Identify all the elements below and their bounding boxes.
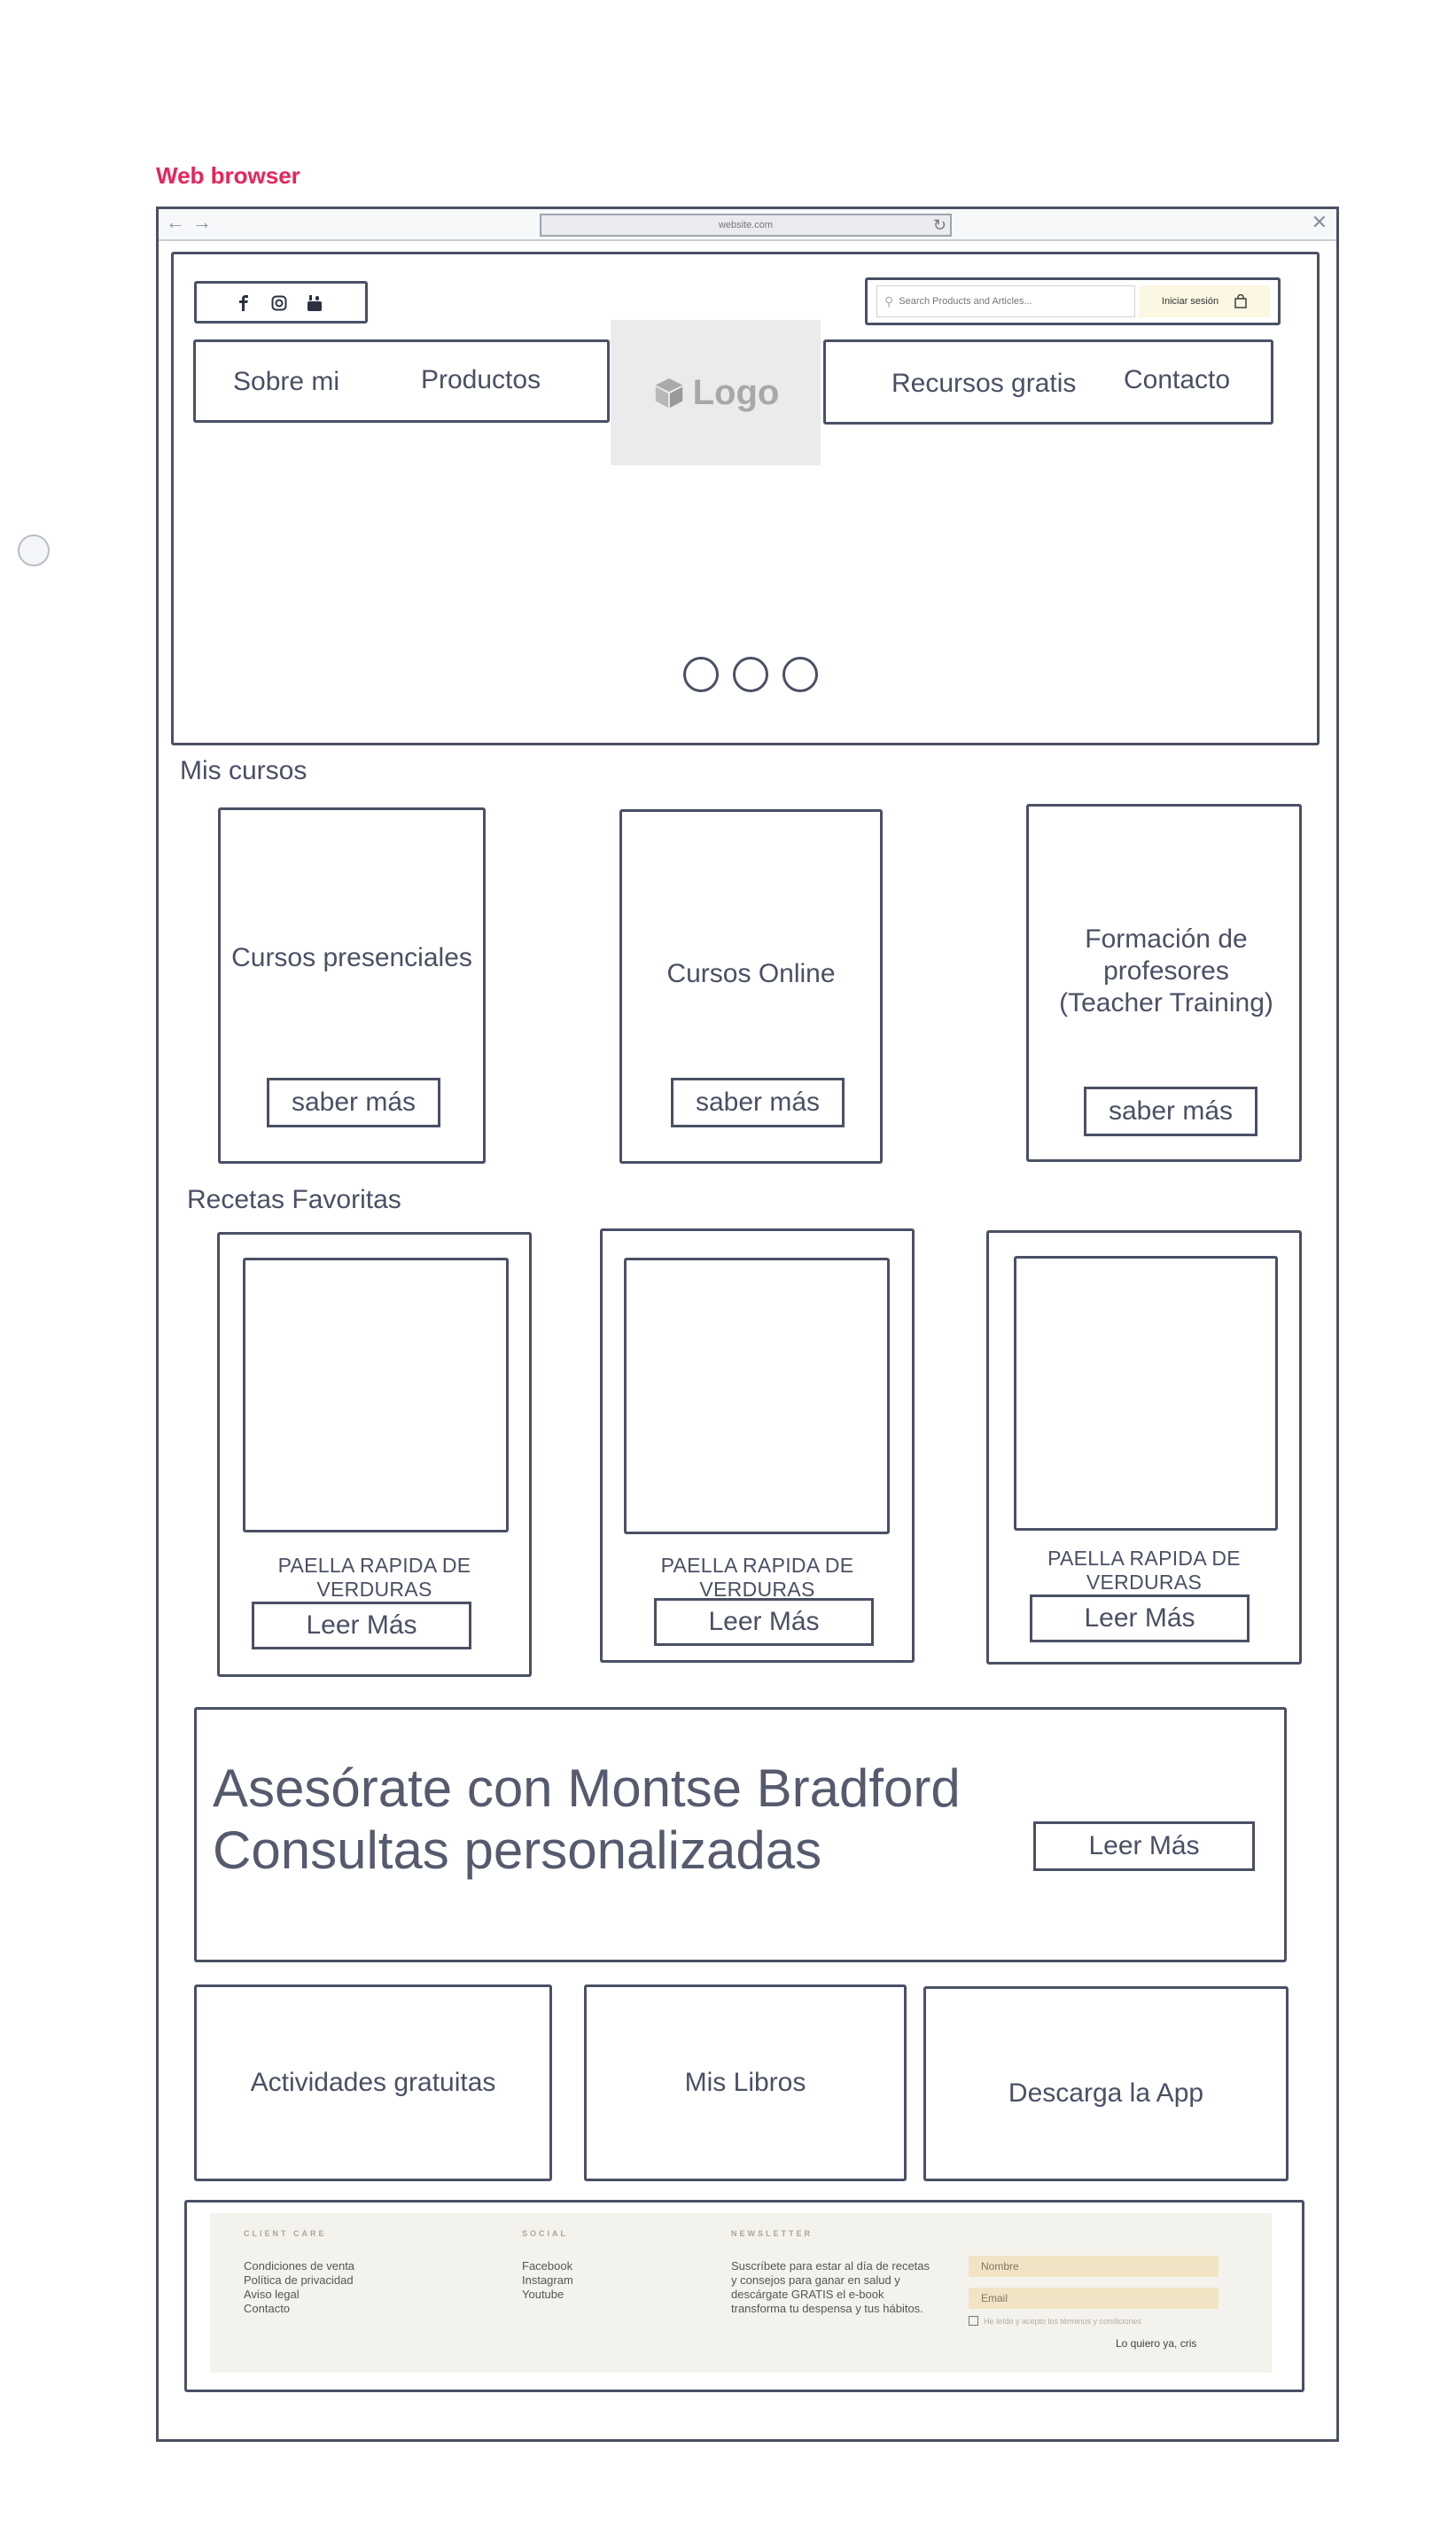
recipe-image[interactable] — [1014, 1256, 1278, 1531]
instagram-icon[interactable] — [271, 295, 287, 311]
email-field[interactable]: Email — [969, 2288, 1219, 2309]
browser-window: ← → website.com ↻ ✕ ⚲ Search Products an… — [156, 207, 1339, 2442]
recipe-card-2: PAELLA RAPIDA DE VERDURAS Leer Más — [600, 1228, 915, 1663]
frame-title: Web browser — [156, 162, 300, 189]
footer-link[interactable]: Instagram — [522, 2273, 573, 2288]
recipe-title: PAELLA RAPIDA DE VERDURAS — [277, 1554, 471, 1601]
nav-item-contacto[interactable]: Contacto — [1124, 365, 1230, 395]
nav-left: Sobre mi Productos — [193, 339, 610, 423]
tile-mis-libros[interactable]: Mis Libros — [584, 1984, 907, 2181]
terms-checkbox[interactable] — [969, 2316, 978, 2326]
footer-section: CLIENT CARE Condiciones de venta Polític… — [184, 2200, 1304, 2392]
course-title: Formación de profesores (Teacher Trainin… — [1059, 924, 1273, 1017]
carousel-dot-1[interactable] — [683, 657, 719, 692]
url-bar[interactable]: website.com ↻ — [540, 214, 952, 237]
nav-item-productos[interactable]: Productos — [421, 365, 541, 395]
nav-item-sobre-mi[interactable]: Sobre mi — [233, 367, 339, 397]
cube-logo-icon — [655, 378, 682, 409]
shopping-bag-icon — [1234, 294, 1247, 308]
course-card-2: Cursos Online saber más — [619, 809, 883, 1164]
course-card-1: Cursos presenciales saber más — [218, 807, 486, 1164]
hero-section: ⚲ Iniciar sesión Sobre mi Productos — [171, 252, 1320, 745]
newsletter-title: NEWSLETTER — [731, 2229, 813, 2238]
course-title: Cursos Online — [666, 959, 836, 988]
footer-link[interactable]: Política de privacidad — [244, 2273, 354, 2288]
terms-label: He leído y acepto los términos y condici… — [984, 2316, 1142, 2326]
course-title: Cursos presenciales — [231, 943, 472, 972]
logo-text: Logo — [692, 372, 780, 412]
social-links: Facebook Instagram Youtube — [522, 2259, 573, 2302]
nav-right: Recursos gratis Contacto — [823, 339, 1273, 425]
terms-row: He leído y acepto los términos y condici… — [969, 2316, 1141, 2326]
recipe-card-1: PAELLA RAPIDA DE VERDURAS Leer Más — [217, 1232, 532, 1677]
consult-line-1: Asesórate con Montse Bradford — [213, 1758, 961, 1818]
youtube-icon[interactable] — [307, 294, 323, 312]
reload-icon[interactable]: ↻ — [933, 216, 946, 235]
consult-line-2: Consultas personalizadas — [213, 1821, 822, 1880]
login-button[interactable]: Iniciar sesión — [1139, 285, 1270, 317]
recipe-read-more-button[interactable]: Leer Más — [252, 1602, 471, 1649]
social-icons-box — [194, 281, 368, 324]
footer-link[interactable]: Contacto — [244, 2302, 354, 2316]
social-title: SOCIAL — [522, 2229, 569, 2238]
carousel-dot-2[interactable] — [733, 657, 768, 692]
footer-link[interactable]: Aviso legal — [244, 2288, 354, 2302]
courses-section-title: Mis cursos — [180, 756, 308, 785]
recipe-title: PAELLA RAPIDA DE VERDURAS — [660, 1554, 854, 1601]
nav-item-recursos-gratis[interactable]: Recursos gratis — [892, 369, 1076, 399]
newsletter-text: Suscríbete para estar al día de recetas … — [731, 2259, 930, 2315]
url-text: website.com — [718, 220, 774, 230]
recipe-image[interactable] — [243, 1258, 509, 1532]
arrow-right-icon[interactable]: → — [192, 211, 212, 234]
login-label: Iniciar sesión — [1161, 296, 1219, 307]
client-care-title: CLIENT CARE — [244, 2229, 327, 2238]
arrow-left-icon[interactable]: ← — [166, 211, 185, 234]
recipe-image[interactable] — [624, 1258, 890, 1534]
search-icon: ⚲ — [884, 293, 894, 308]
facebook-icon[interactable] — [237, 295, 250, 311]
submit-link[interactable]: Lo quiero ya, cris — [1116, 2337, 1196, 2350]
search-input[interactable] — [897, 295, 1123, 308]
consult-heading: Asesórate con Montse Bradford Consultas … — [213, 1758, 961, 1882]
footer-link[interactable]: Youtube — [522, 2288, 573, 2302]
carousel-dot-3[interactable] — [783, 657, 818, 692]
close-icon[interactable]: ✕ — [1312, 211, 1328, 234]
recipe-title: PAELLA RAPIDA DE VERDURAS — [1047, 1547, 1241, 1594]
search-field[interactable]: ⚲ — [876, 285, 1135, 317]
recipe-card-3: PAELLA RAPIDA DE VERDURAS Leer Más — [986, 1230, 1302, 1665]
side-handle[interactable] — [18, 534, 50, 566]
browser-toolbar: ← → website.com ↻ ✕ — [159, 209, 1336, 241]
course-card-3: Formación de profesores (Teacher Trainin… — [1026, 804, 1302, 1162]
search-login-box: ⚲ Iniciar sesión — [865, 277, 1281, 325]
course-more-button[interactable]: saber más — [267, 1078, 440, 1127]
tile-actividades-gratuitas[interactable]: Actividades gratuitas — [194, 1984, 552, 2181]
recipes-section-title: Recetas Favoritas — [187, 1185, 401, 1214]
footer-inner: CLIENT CARE Condiciones de venta Polític… — [210, 2213, 1272, 2373]
logo-placeholder[interactable]: Logo — [611, 320, 821, 465]
course-more-button[interactable]: saber más — [671, 1078, 845, 1127]
footer-link[interactable]: Condiciones de venta — [244, 2259, 354, 2273]
recipe-read-more-button[interactable]: Leer Más — [654, 1598, 874, 1646]
course-more-button[interactable]: saber más — [1084, 1087, 1257, 1136]
client-care-links: Condiciones de venta Política de privaci… — [244, 2259, 354, 2316]
name-field[interactable]: Nombre — [969, 2256, 1219, 2277]
tile-descarga-app[interactable]: Descarga la App — [923, 1986, 1289, 2181]
recipe-read-more-button[interactable]: Leer Más — [1030, 1594, 1250, 1642]
consult-banner: Asesórate con Montse Bradford Consultas … — [194, 1707, 1287, 1962]
footer-link[interactable]: Facebook — [522, 2259, 573, 2273]
consult-read-more-button[interactable]: Leer Más — [1033, 1821, 1255, 1871]
